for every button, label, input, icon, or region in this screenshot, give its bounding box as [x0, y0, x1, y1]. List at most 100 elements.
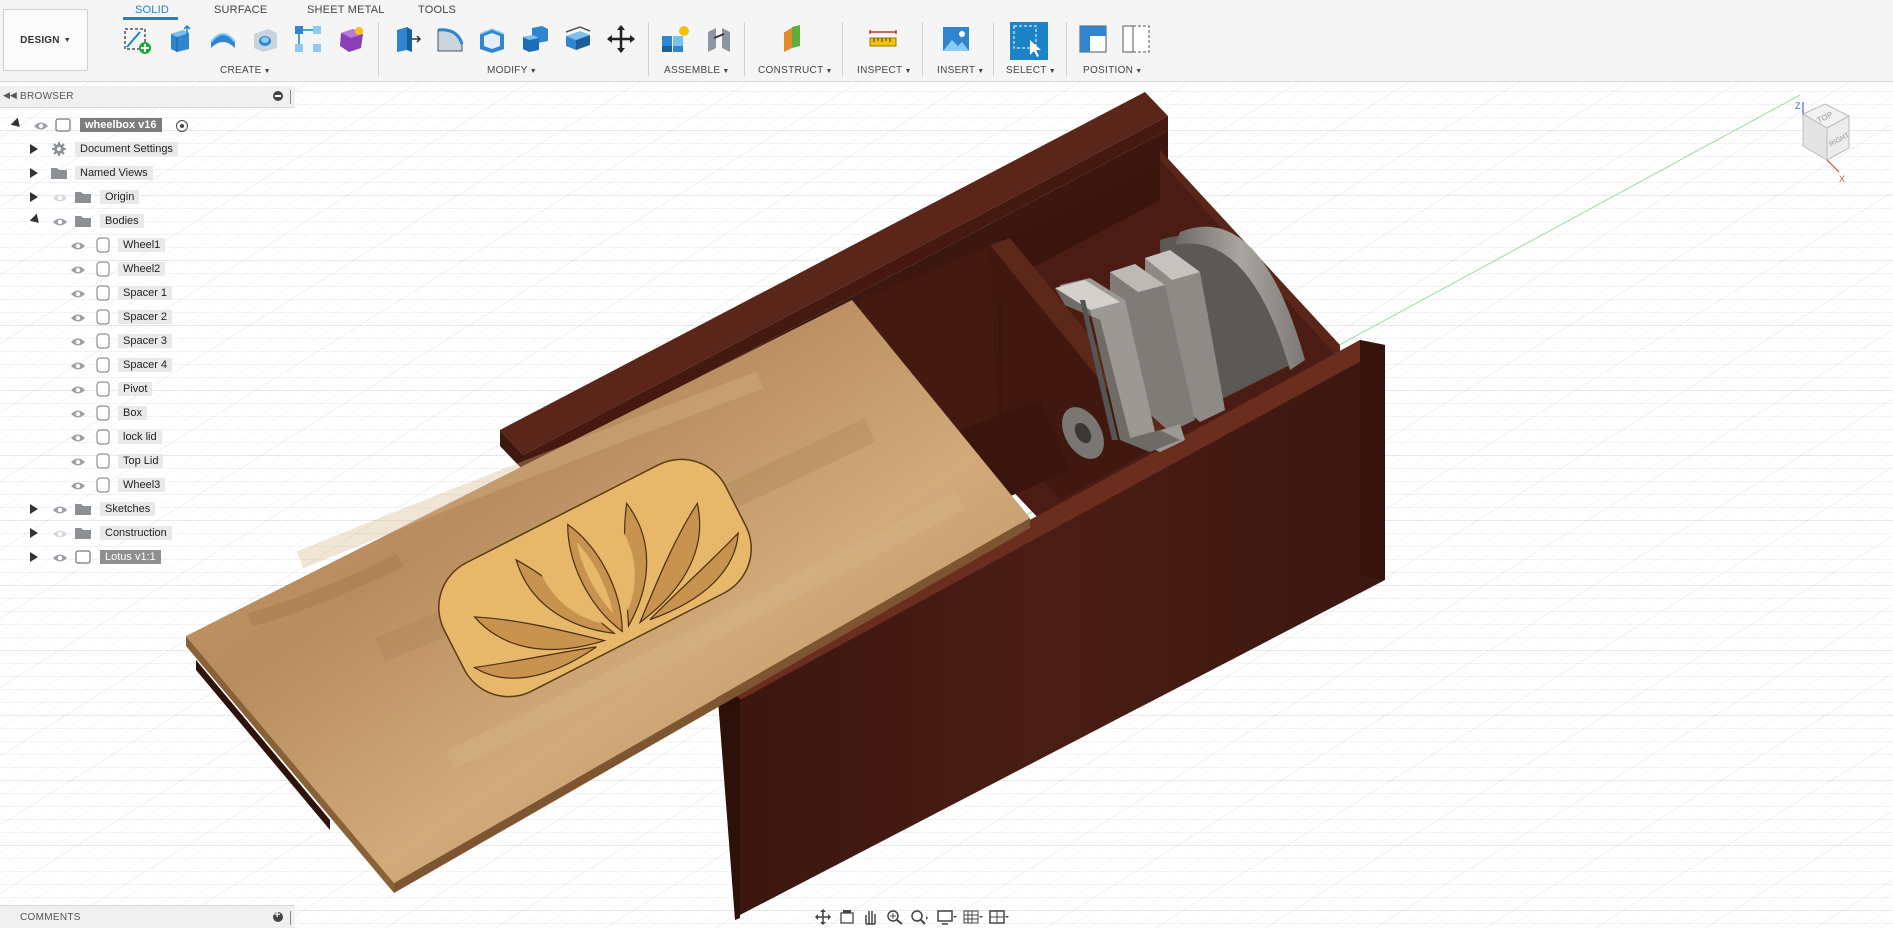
visibility-eye-icon[interactable]: [70, 407, 86, 419]
body-icon: [94, 333, 112, 349]
visibility-eye-icon[interactable]: [70, 311, 86, 323]
tree-item-sketches[interactable]: Sketches: [0, 499, 295, 519]
hole-icon[interactable]: [250, 24, 280, 54]
tree-body-item[interactable]: Wheel3: [0, 475, 295, 495]
visibility-eye-icon[interactable]: [70, 479, 86, 491]
inspect-menu[interactable]: INSPECT ▼: [857, 65, 912, 76]
tree-body-item[interactable]: Spacer 3: [0, 331, 295, 351]
insert-image-icon[interactable]: [941, 24, 971, 54]
create-form-icon[interactable]: [336, 24, 366, 54]
collapse-arrow-icon[interactable]: [29, 213, 43, 227]
orbit-icon[interactable]: [812, 908, 834, 926]
grid-icon[interactable]: [962, 908, 984, 926]
create-sketch-icon[interactable]: [122, 24, 152, 54]
shell-icon[interactable]: [477, 24, 507, 54]
tab-tools[interactable]: TOOLS: [418, 4, 456, 16]
panel-resize-handle[interactable]: [290, 911, 291, 925]
viewports-icon[interactable]: [988, 908, 1010, 926]
collapse-arrow-icon[interactable]: [10, 117, 24, 131]
tab-solid[interactable]: SOLID: [135, 4, 169, 16]
tree-body-item[interactable]: Spacer 1: [0, 283, 295, 303]
folder-icon: [74, 213, 92, 229]
visibility-eye-icon[interactable]: [70, 239, 86, 251]
tree-item-lotus-v1-1[interactable]: Lotus v1:1: [0, 547, 295, 567]
tree-body-item[interactable]: Wheel1: [0, 235, 295, 255]
collapse-panel-icon[interactable]: ◀◀: [3, 90, 17, 101]
joint-icon[interactable]: [704, 24, 734, 54]
expand-arrow-icon[interactable]: [30, 528, 38, 538]
revolve-icon[interactable]: [208, 24, 238, 54]
workspace-switcher[interactable]: DESIGN ▼: [3, 9, 88, 71]
visibility-eye-icon[interactable]: [52, 215, 68, 227]
position-menu[interactable]: POSITION ▼: [1083, 65, 1142, 76]
visibility-eye-icon[interactable]: [70, 455, 86, 467]
select-icon[interactable]: [1010, 22, 1048, 60]
modify-menu[interactable]: MODIFY ▼: [487, 65, 537, 76]
fit-icon[interactable]: [908, 908, 930, 926]
zoom-icon[interactable]: [884, 908, 906, 926]
visibility-eye-icon[interactable]: [52, 191, 68, 203]
toolbar-divider: [842, 22, 843, 76]
insert-menu[interactable]: INSERT ▼: [937, 65, 985, 76]
tree-body-item[interactable]: Spacer 2: [0, 307, 295, 327]
body-icon: [94, 453, 112, 469]
expand-arrow-icon[interactable]: [30, 144, 38, 154]
press-pull-icon[interactable]: [392, 24, 422, 54]
tree-item-origin[interactable]: Origin: [0, 187, 295, 207]
tab-sheet-metal[interactable]: SHEET METAL: [307, 4, 385, 16]
extrude-icon[interactable]: [165, 24, 195, 54]
visibility-eye-icon[interactable]: [70, 383, 86, 395]
revert-position-icon[interactable]: [1121, 24, 1151, 54]
visibility-eye-icon[interactable]: [70, 359, 86, 371]
expand-arrow-icon[interactable]: [30, 168, 38, 178]
visibility-eye-icon[interactable]: [33, 119, 49, 131]
tree-root[interactable]: wheelbox v16: [0, 115, 295, 135]
minimize-icon[interactable]: [273, 91, 283, 101]
tree-body-item[interactable]: Spacer 4: [0, 355, 295, 375]
visibility-eye-icon[interactable]: [70, 431, 86, 443]
visibility-eye-icon[interactable]: [52, 503, 68, 515]
display-settings-icon[interactable]: [936, 908, 958, 926]
fillet-icon[interactable]: [435, 24, 465, 54]
expand-arrow-icon[interactable]: [30, 192, 38, 202]
tree-body-item[interactable]: Wheel2: [0, 259, 295, 279]
panel-resize-handle[interactable]: [290, 90, 291, 104]
construct-menu[interactable]: CONSTRUCT ▼: [758, 65, 833, 76]
create-menu[interactable]: CREATE ▼: [220, 65, 271, 76]
assemble-label: ASSEMBLE: [664, 65, 721, 76]
visibility-eye-icon[interactable]: [52, 551, 68, 563]
visibility-eye-icon[interactable]: [70, 287, 86, 299]
tree-item-named-views[interactable]: Named Views: [0, 163, 295, 183]
activate-radio-icon[interactable]: [176, 120, 188, 132]
tree-item-construction[interactable]: Construction: [0, 523, 295, 543]
add-comment-icon[interactable]: [273, 909, 283, 922]
tree-body-item[interactable]: Box: [0, 403, 295, 423]
visibility-eye-icon[interactable]: [70, 335, 86, 347]
tree-body-item[interactable]: Top Lid: [0, 451, 295, 471]
look-at-icon[interactable]: [836, 908, 858, 926]
move-icon[interactable]: [606, 24, 636, 54]
body-icon: [94, 429, 112, 445]
new-component-icon[interactable]: [660, 24, 690, 54]
measure-icon[interactable]: [868, 24, 898, 54]
combine-icon[interactable]: [520, 24, 550, 54]
assemble-menu[interactable]: ASSEMBLE ▼: [664, 65, 730, 76]
expand-arrow-icon[interactable]: [30, 504, 38, 514]
capture-position-icon[interactable]: [1078, 24, 1108, 54]
visibility-eye-icon[interactable]: [52, 527, 68, 539]
pan-icon[interactable]: [860, 908, 882, 926]
tree-item-document-settings[interactable]: Document Settings: [0, 139, 295, 159]
tab-surface[interactable]: SURFACE: [214, 4, 267, 16]
tree-body-item[interactable]: Pivot: [0, 379, 295, 399]
tree-body-item[interactable]: lock lid: [0, 427, 295, 447]
select-menu[interactable]: SELECT ▼: [1006, 65, 1056, 76]
toolbar-divider: [922, 22, 923, 76]
insert-label: INSERT: [937, 65, 976, 76]
offset-face-icon[interactable]: [563, 24, 593, 54]
view-cube[interactable]: TOP RIGHT Z X: [1777, 100, 1877, 200]
expand-arrow-icon[interactable]: [30, 552, 38, 562]
tree-item-bodies[interactable]: Bodies: [0, 211, 295, 231]
offset-plane-icon[interactable]: [778, 24, 808, 54]
rectangular-pattern-icon[interactable]: [293, 24, 323, 54]
visibility-eye-icon[interactable]: [70, 263, 86, 275]
